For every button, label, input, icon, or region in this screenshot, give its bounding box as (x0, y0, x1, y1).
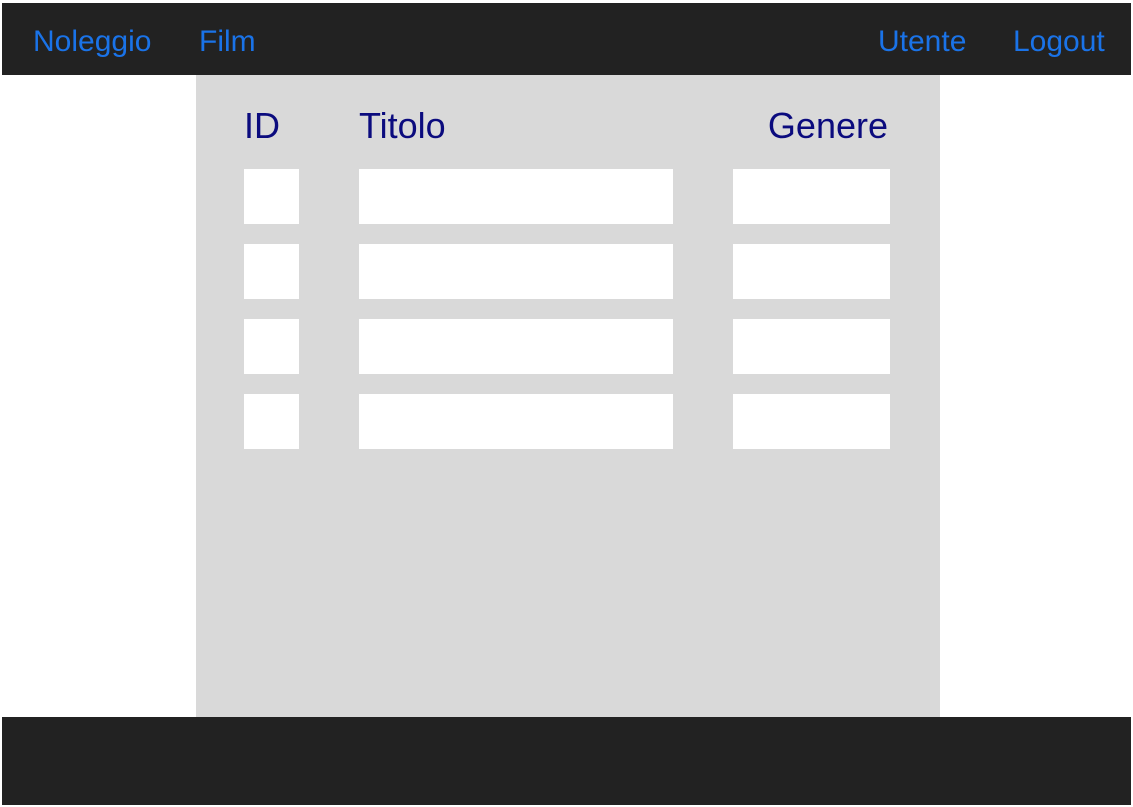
table-row (244, 169, 890, 224)
page: Noleggio Film Utente Logout ID Titolo Ge… (0, 0, 1133, 807)
id-field[interactable] (244, 319, 299, 374)
table-body (244, 169, 890, 469)
titolo-field[interactable] (359, 394, 673, 449)
column-header-id: ID (244, 105, 280, 146)
table-row (244, 394, 890, 449)
nav-link-logout[interactable]: Logout (1013, 25, 1105, 59)
titolo-field[interactable] (359, 244, 673, 299)
film-table-panel: ID Titolo Genere (196, 75, 940, 717)
id-field[interactable] (244, 394, 299, 449)
column-header-genere: Genere (767, 105, 888, 146)
id-field[interactable] (244, 169, 299, 224)
table-row (244, 244, 890, 299)
brand-link-noleggio[interactable]: Noleggio (33, 25, 151, 59)
column-header-titolo: Titolo (359, 105, 446, 146)
id-field[interactable] (244, 244, 299, 299)
titolo-field[interactable] (359, 319, 673, 374)
genere-field[interactable] (733, 394, 890, 449)
top-navbar: Noleggio Film Utente Logout (2, 3, 1131, 75)
nav-link-utente[interactable]: Utente (878, 25, 966, 59)
page-footer (2, 717, 1131, 805)
genere-field[interactable] (733, 244, 890, 299)
table-row (244, 319, 890, 374)
genere-field[interactable] (733, 319, 890, 374)
titolo-field[interactable] (359, 169, 673, 224)
genere-field[interactable] (733, 169, 890, 224)
nav-link-film[interactable]: Film (199, 25, 256, 59)
